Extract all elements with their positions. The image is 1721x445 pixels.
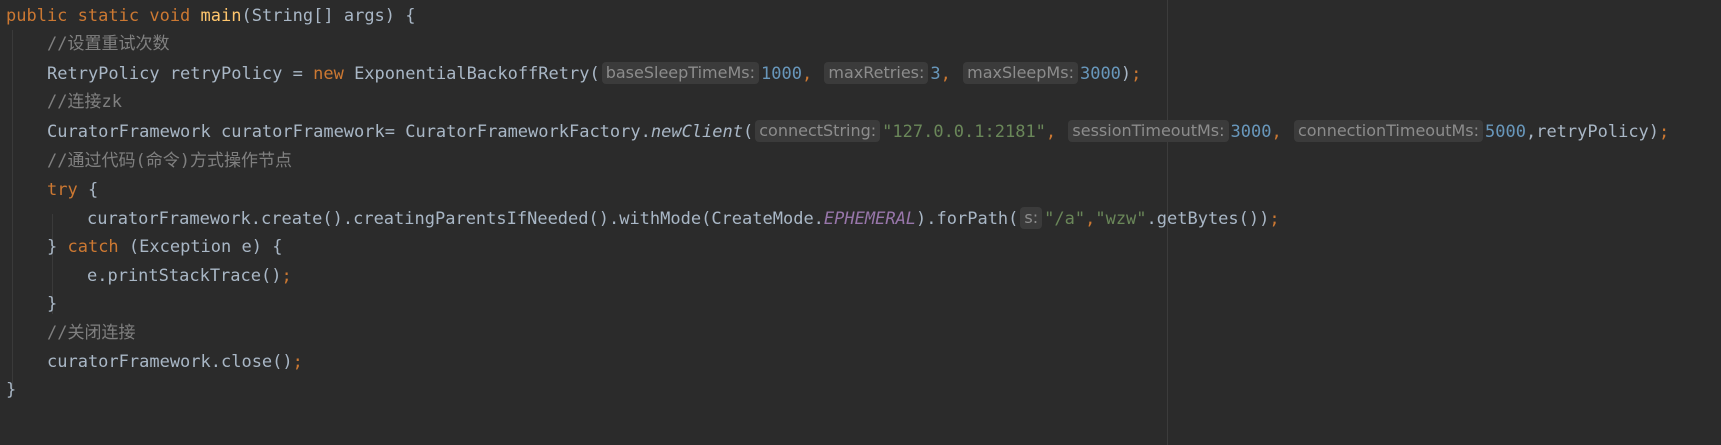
comma: , bbox=[940, 64, 962, 84]
code-text: (String[] args) { bbox=[241, 6, 416, 26]
code-text: } bbox=[6, 380, 17, 400]
code-line-14[interactable]: } bbox=[0, 374, 16, 406]
enum-constant: EPHEMERAL bbox=[823, 209, 917, 229]
code-line-13[interactable]: curatorFramework.close(); bbox=[0, 346, 303, 378]
code-text: e.printStackTrace() bbox=[87, 266, 282, 286]
code-text: CuratorFramework curatorFramework= Curat… bbox=[47, 122, 651, 142]
code-line-12[interactable]: //关闭连接 bbox=[0, 317, 135, 349]
keyword: static bbox=[77, 6, 140, 26]
keyword: new bbox=[313, 64, 344, 84]
comma: , bbox=[1085, 209, 1096, 229]
number-literal: 1000 bbox=[760, 64, 802, 84]
code-text: } bbox=[47, 237, 68, 257]
keyword: void bbox=[149, 6, 191, 26]
string-literal: "wzw" bbox=[1095, 209, 1147, 229]
parameter-hint: s: bbox=[1020, 207, 1043, 229]
code-line-4[interactable]: //连接zk bbox=[0, 86, 122, 118]
code-line-11[interactable]: } bbox=[0, 288, 57, 320]
code-text: ExponentialBackoffRetry( bbox=[343, 64, 600, 84]
comment: //关闭连接 bbox=[47, 323, 136, 343]
code-line-2[interactable]: //设置重试次数 bbox=[0, 28, 169, 60]
code-text: { bbox=[77, 180, 99, 200]
code-text: } bbox=[47, 294, 58, 314]
comment: //通过代码(命令)方式操作节点 bbox=[47, 151, 292, 171]
code-text: .getBytes()) bbox=[1146, 209, 1270, 229]
parameter-hint: maxRetries: bbox=[824, 62, 929, 84]
code-text: ,retryPolicy) bbox=[1525, 122, 1660, 142]
number-literal: 3000 bbox=[1230, 122, 1272, 142]
code-line-3[interactable]: RetryPolicy retryPolicy = new Exponentia… bbox=[0, 58, 1141, 90]
code-text: curatorFramework.close() bbox=[47, 352, 293, 372]
comma: , bbox=[1045, 122, 1067, 142]
code-line-5[interactable]: CuratorFramework curatorFramework= Curat… bbox=[0, 116, 1669, 148]
comma: , bbox=[1271, 122, 1292, 142]
keyword: catch bbox=[67, 237, 119, 257]
code-text: curatorFramework.create().creatingParent… bbox=[87, 209, 824, 229]
number-literal: 5000 bbox=[1485, 122, 1526, 142]
semicolon: ; bbox=[281, 266, 292, 286]
semicolon: ; bbox=[1131, 64, 1142, 84]
code-text: ( bbox=[742, 122, 754, 142]
parameter-hint: maxSleepMs: bbox=[963, 62, 1078, 84]
string-literal: "/a" bbox=[1044, 209, 1086, 229]
code-line-9[interactable]: } catch (Exception e) { bbox=[0, 231, 282, 263]
keyword: try bbox=[47, 180, 78, 200]
parameter-hint: baseSleepTimeMs: bbox=[601, 62, 759, 84]
semicolon: ; bbox=[1659, 122, 1670, 142]
comma: , bbox=[801, 64, 823, 84]
parameter-hint: connectString: bbox=[755, 120, 881, 142]
code-line-7[interactable]: try { bbox=[0, 174, 98, 206]
string-literal: "127.0.0.1:2181" bbox=[882, 122, 1046, 142]
code-text: ).forPath( bbox=[916, 209, 1019, 229]
number-literal: 3 bbox=[930, 64, 941, 84]
code-text: RetryPolicy retryPolicy = bbox=[47, 64, 314, 84]
parameter-hint: sessionTimeoutMs: bbox=[1068, 120, 1229, 142]
parameter-hint: connectionTimeoutMs: bbox=[1293, 120, 1484, 142]
code-editor[interactable]: public static void main(String[] args) {… bbox=[0, 0, 1721, 445]
code-line-6[interactable]: //通过代码(命令)方式操作节点 bbox=[0, 145, 292, 177]
method-name: newClient bbox=[650, 122, 743, 142]
keyword: public bbox=[6, 6, 68, 26]
comment: //连接zk bbox=[47, 92, 122, 112]
code-text: (Exception e) { bbox=[118, 237, 283, 257]
semicolon: ; bbox=[292, 352, 303, 372]
number-literal: 3000 bbox=[1079, 64, 1121, 84]
method-name: main bbox=[200, 6, 242, 26]
code-text: ) bbox=[1120, 64, 1132, 84]
semicolon: ; bbox=[1269, 209, 1280, 229]
comment: //设置重试次数 bbox=[47, 34, 170, 54]
